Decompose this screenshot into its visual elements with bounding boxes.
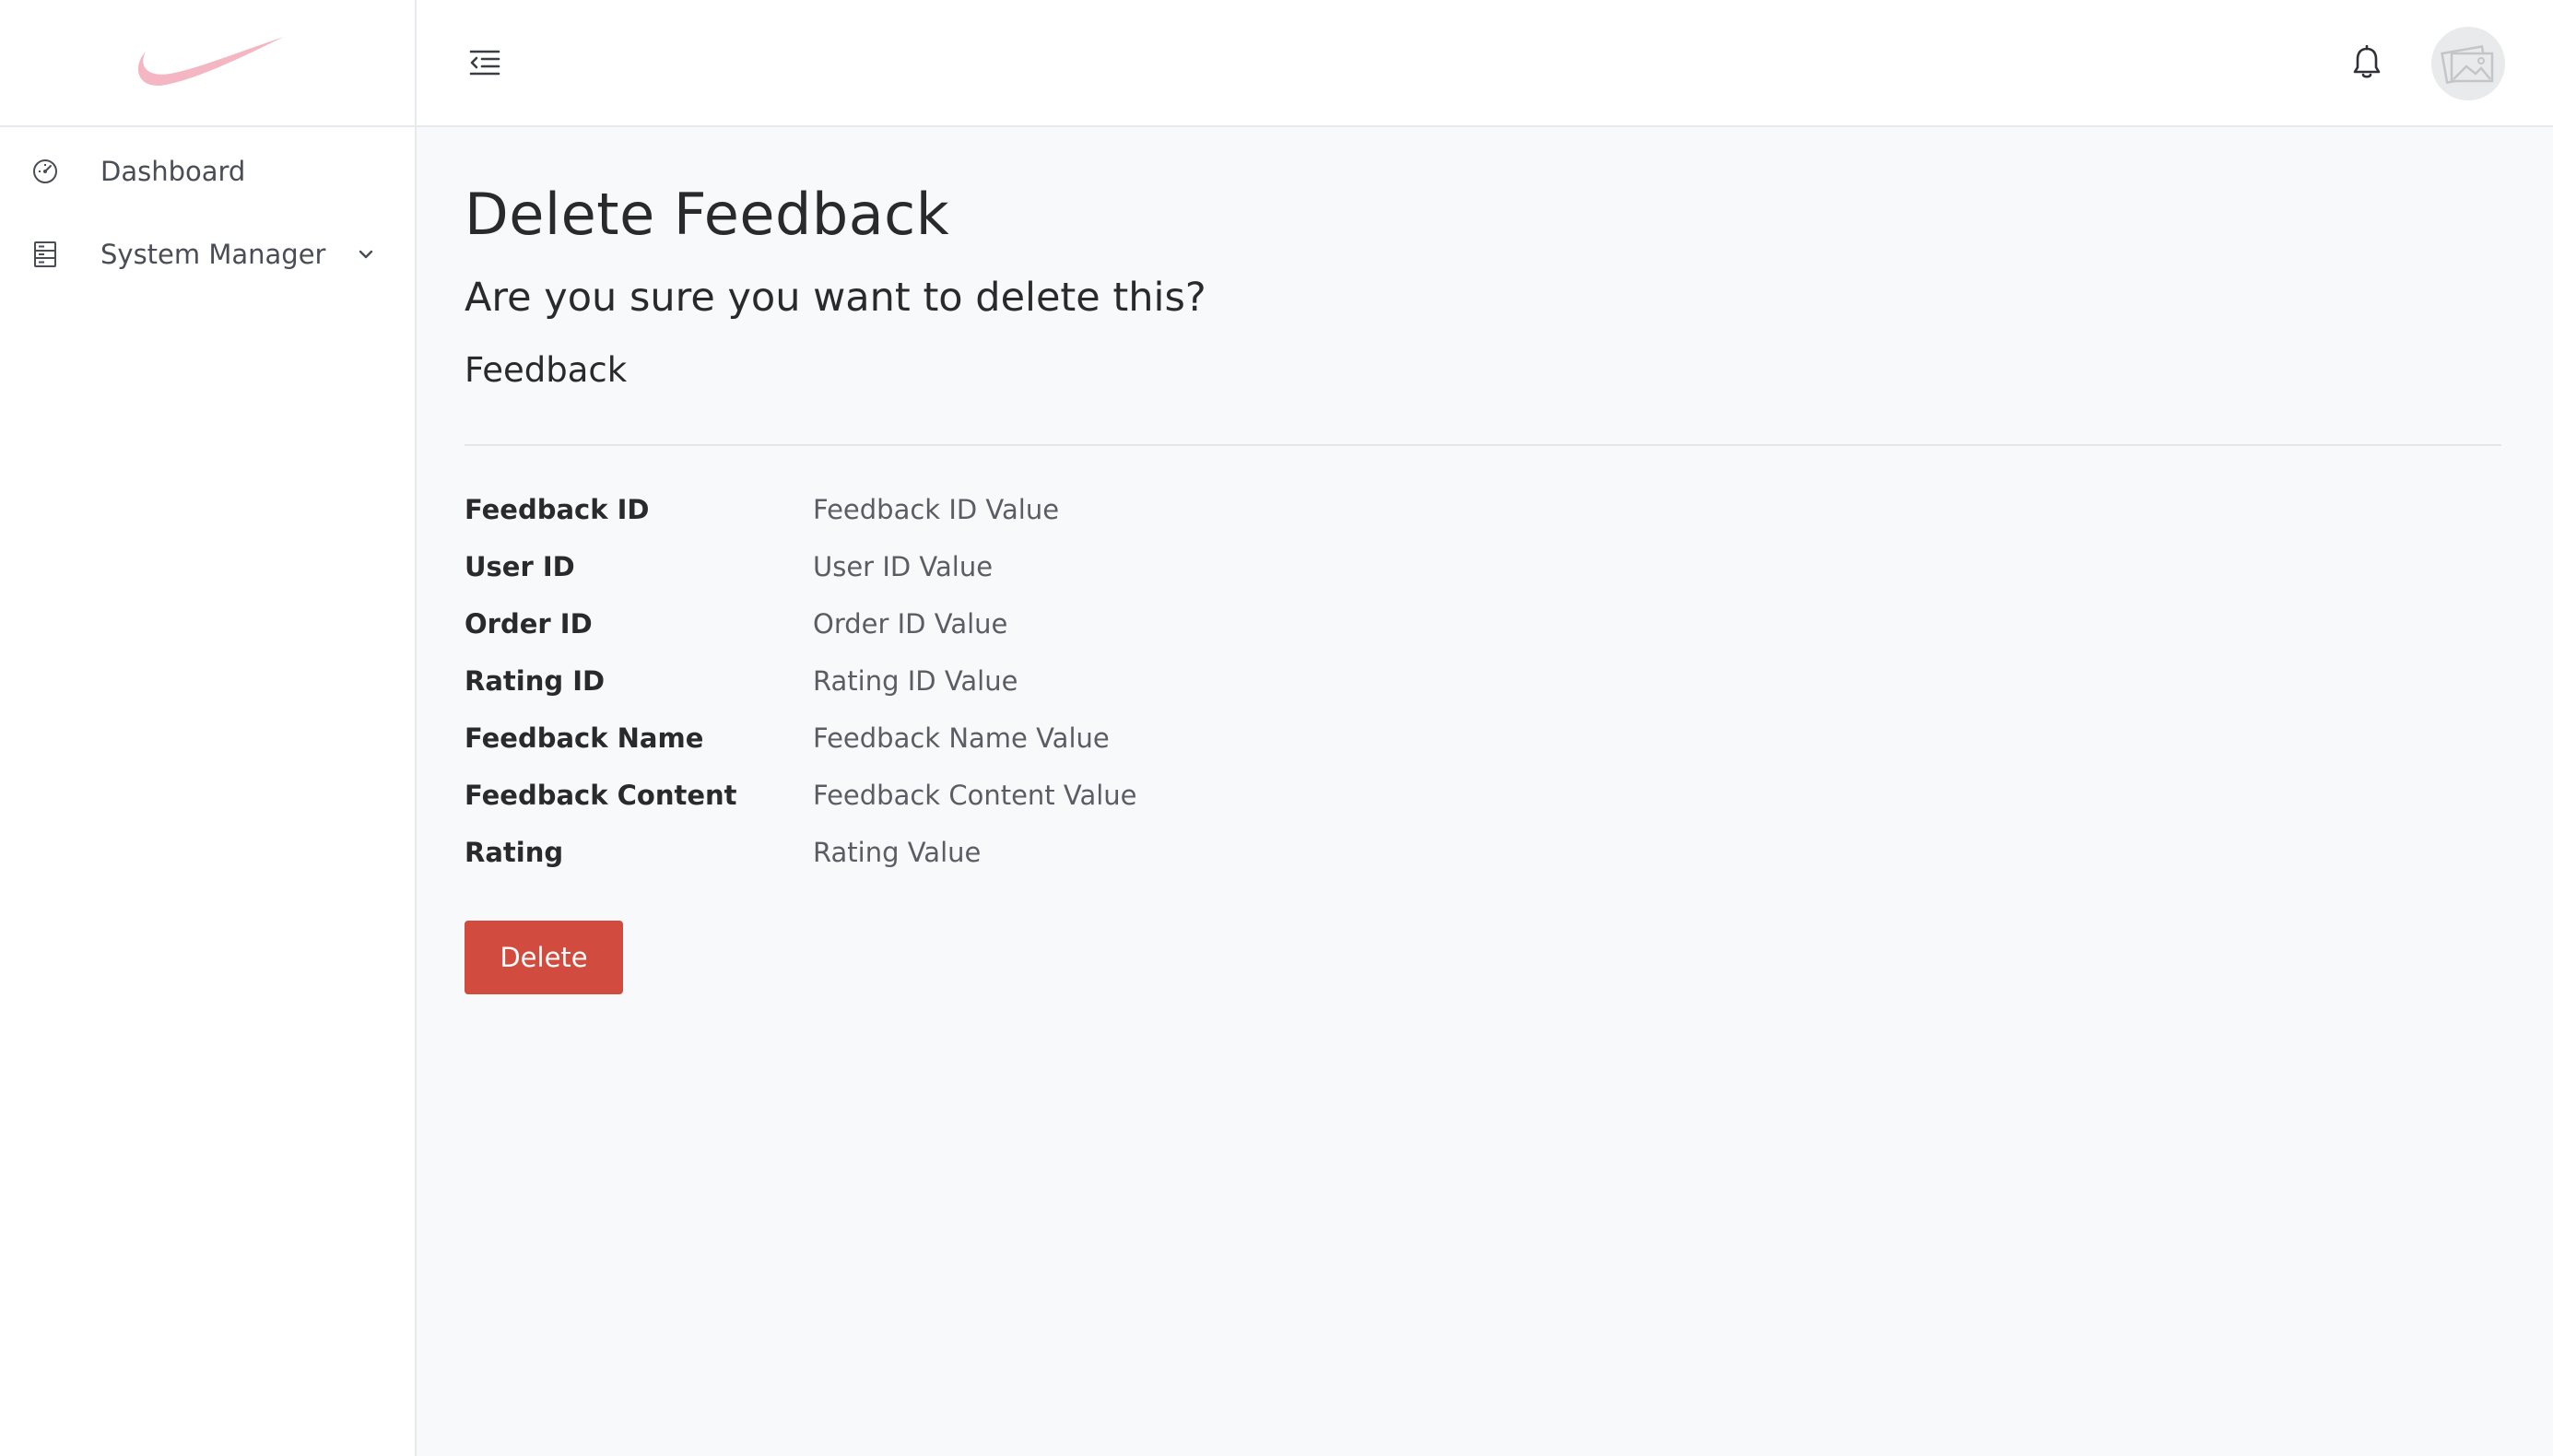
detail-label: Feedback Content [465, 780, 737, 811]
details-list: Feedback ID Feedback ID Value User ID Us… [465, 481, 1755, 881]
swoosh-logo[interactable] [129, 33, 286, 92]
detail-row-feedback-id: Feedback ID Feedback ID Value [465, 481, 1755, 538]
detail-label: Feedback ID [465, 494, 650, 525]
sidebar-item-system-manager[interactable]: System Manager [0, 217, 415, 291]
divider [465, 444, 2501, 446]
detail-row-rating-id: Rating ID Rating ID Value [465, 652, 1755, 710]
detail-value: Feedback ID Value [813, 494, 1060, 525]
logo-area[interactable] [0, 0, 415, 127]
detail-row-order-id: Order ID Order ID Value [465, 595, 1755, 652]
detail-value: User ID Value [813, 551, 994, 582]
image-placeholder-icon [2441, 44, 2494, 85]
sidebar: Dashboard System Manager [0, 0, 417, 1456]
detail-row-feedback-content: Feedback Content Feedback Content Value [465, 767, 1755, 824]
page-title: Delete Feedback [465, 181, 950, 248]
topbar [417, 0, 2553, 127]
chevron-down-icon[interactable] [356, 244, 376, 264]
main-content: Delete Feedback Are you sure you want to… [417, 127, 2553, 1456]
detail-value: Rating ID Value [813, 665, 1018, 697]
entity-name: Feedback [465, 350, 628, 390]
server-icon [31, 241, 59, 268]
detail-value: Rating Value [813, 837, 982, 868]
sidebar-item-label: Dashboard [100, 156, 246, 187]
detail-value: Feedback Name Value [813, 722, 1110, 754]
detail-label: Feedback Name [465, 722, 704, 754]
detail-row-user-id: User ID User ID Value [465, 538, 1755, 595]
detail-row-rating: Rating Rating Value [465, 824, 1755, 881]
delete-button[interactable]: Delete [465, 921, 623, 994]
detail-label: Rating ID [465, 665, 606, 697]
detail-value: Feedback Content Value [813, 780, 1137, 811]
detail-label: Order ID [465, 608, 593, 640]
avatar[interactable] [2431, 27, 2505, 100]
confirm-message: Are you sure you want to delete this? [465, 275, 1206, 321]
detail-row-feedback-name: Feedback Name Feedback Name Value [465, 710, 1755, 767]
sidebar-item-label: System Manager [100, 239, 326, 270]
sidebar-item-dashboard[interactable]: Dashboard [0, 135, 415, 208]
detail-label: Rating [465, 837, 564, 868]
detail-label: User ID [465, 551, 575, 582]
gauge-icon [31, 158, 59, 185]
bell-icon[interactable] [2348, 42, 2385, 83]
detail-value: Order ID Value [813, 608, 1008, 640]
menu-collapse-icon[interactable] [466, 44, 503, 81]
app-window: Dashboard System Manager Delete Feedback… [0, 0, 2553, 1456]
